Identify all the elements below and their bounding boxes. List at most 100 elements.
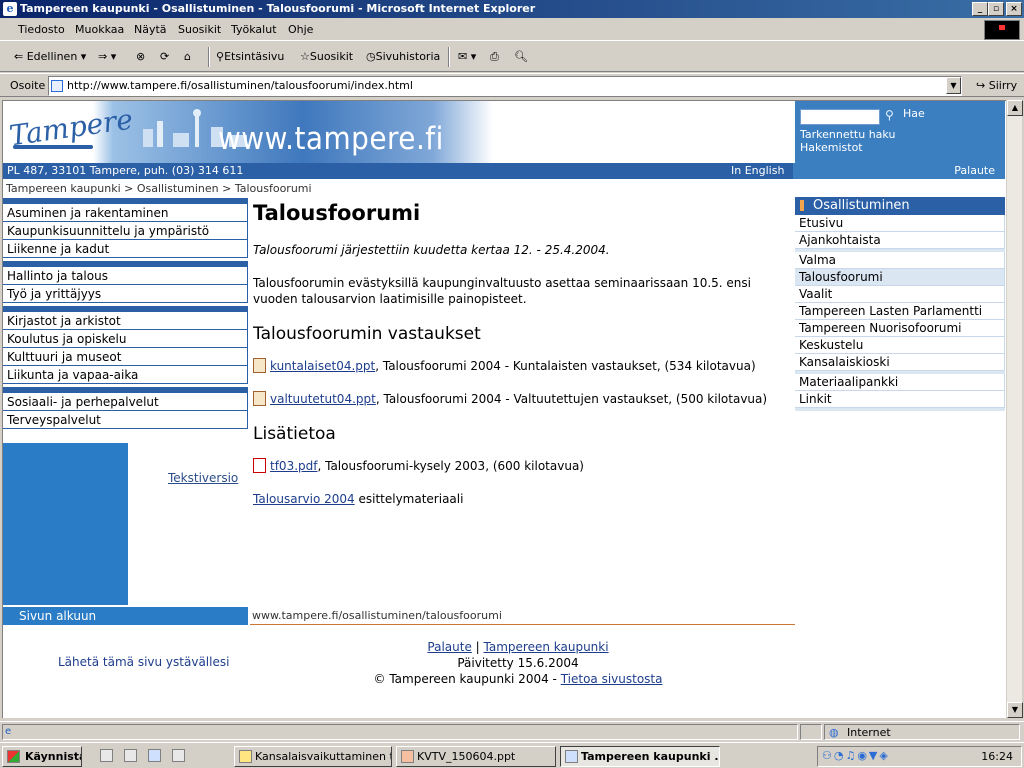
rightnav-item-keskustelu[interactable]: Keskustelu [795, 337, 1005, 354]
mail-button[interactable]: ✉ ▾ [458, 50, 476, 63]
rightnav-item-vaalit[interactable]: Vaalit [795, 286, 1005, 303]
rightnav-item-etusivu[interactable]: Etusivu [795, 215, 1005, 232]
rightnav-item-materiaalipankki[interactable]: Materiaalipankki [795, 374, 1005, 391]
quicklaunch-outlook-icon[interactable] [120, 746, 140, 767]
site-search-input[interactable] [800, 109, 880, 125]
nav-item-traffic[interactable]: Liikenne ja kadut [3, 240, 248, 258]
start-button[interactable]: Käynnistä [2, 746, 82, 767]
search-button[interactable]: Hae [903, 107, 925, 120]
page-path: www.tampere.fi/osallistuminen/talousfoor… [250, 607, 795, 625]
window-title: Tampereen kaupunki - Osallistuminen - Ta… [20, 2, 536, 15]
menu-help[interactable]: Ohje [288, 23, 313, 36]
maximize-button[interactable]: ▫ [988, 2, 1004, 16]
rightnav-item-lasten-parlamentti[interactable]: Tampereen Lasten Parlamentti [795, 303, 1005, 320]
search-icon[interactable]: ⚲ [885, 108, 894, 122]
back-button[interactable]: ⇐ Edellinen ▾ [14, 50, 86, 63]
address-label: Osoite [10, 79, 46, 92]
nav-item-business[interactable]: Työ ja yrittäjyys [3, 285, 248, 303]
menu-file[interactable]: Tiedosto [18, 23, 65, 36]
go-button[interactable]: ↪ Siirry [976, 79, 1017, 92]
rightnav-item-talousfoorumi[interactable]: Talousfoorumi [795, 269, 1005, 286]
quicklaunch-desktop-icon[interactable] [96, 746, 116, 767]
page-title: Talousfoorumi [253, 201, 421, 225]
forward-arrow-icon: ⇒ [98, 50, 108, 63]
system-tray: ⚇◔♫◉▼◈ 16:24 [817, 746, 1022, 767]
address-input[interactable]: http://www.tampere.fi/osallistuminen/tal… [48, 76, 962, 96]
rightnav-item-ajankohtaista[interactable]: Ajankohtaista [795, 232, 1005, 249]
print-button[interactable]: ⎙ [490, 50, 499, 64]
site-banner: Tampere www.tampere.fi [3, 101, 793, 163]
rightnav-item-linkit[interactable]: Linkit [795, 391, 1005, 408]
search-button[interactable]: ⚲Etsintäsivu [216, 50, 284, 63]
nav-item-culture[interactable]: Kulttuuri ja museot [3, 348, 248, 366]
quicklaunch-ie-icon[interactable] [144, 746, 164, 767]
forward-button[interactable]: ⇒ ▾ [98, 50, 116, 63]
history-button[interactable]: ◷Sivuhistoria [366, 50, 440, 63]
stop-button[interactable]: ⊗ [136, 50, 145, 63]
task-button-kvtv[interactable]: KVTV_150604.ppt [396, 746, 556, 767]
home-button[interactable]: ⌂ [184, 50, 191, 63]
close-button[interactable]: × [1006, 2, 1022, 16]
description-text: Talousfoorumin evästyksillä kaupunginval… [253, 276, 751, 306]
nav-item-education[interactable]: Koulutus ja opiskelu [3, 330, 248, 348]
footer-city-link[interactable]: Tampereen kaupunki [484, 640, 609, 654]
ie-icon: e [3, 2, 17, 16]
toolbar-separator [208, 47, 210, 67]
rightnav-group: Valma Talousfoorumi Vaalit Tampereen Las… [795, 252, 1005, 374]
about-site-link[interactable]: Tietoa sivustosta [561, 672, 663, 686]
quicklaunch-app-icon[interactable] [168, 746, 188, 767]
rightnav-item-valma[interactable]: Valma [795, 252, 1005, 269]
nav-item-housing[interactable]: Asuminen ja rakentaminen [3, 204, 248, 222]
scroll-up-icon[interactable]: ▲ [1007, 100, 1023, 116]
nav-group: Asuminen ja rakentaminen Kaupunkisuunnit… [3, 198, 248, 258]
rightnav-item-nuorisofoorumi[interactable]: Tampereen Nuorisofoorumi [795, 320, 1005, 337]
budget-link[interactable]: Talousarvio 2004 [253, 492, 355, 506]
menu-tools[interactable]: Työkalut [231, 23, 277, 36]
nav-item-sports[interactable]: Liikunta ja vapaa-aika [3, 366, 248, 384]
vertical-scrollbar[interactable]: ▲ ▼ [1006, 100, 1023, 718]
page-status-icon: e [5, 726, 12, 737]
in-english-link[interactable]: In English [731, 164, 784, 177]
print-preview-button[interactable]: 🔍︎ [514, 50, 528, 63]
footer-feedback-link[interactable]: Palaute [427, 640, 471, 654]
favorites-button[interactable]: ☆Suosikit [300, 50, 353, 63]
contact-info: PL 487, 33101 Tampere, puh. (03) 314 611 [7, 164, 244, 177]
windows-flag-icon [7, 750, 20, 763]
breadcrumb[interactable]: Tampereen kaupunki > Osallistuminen > Ta… [6, 182, 312, 195]
address-dropdown-button[interactable]: ▼ [946, 77, 961, 94]
directories-link[interactable]: Hakemistot [800, 141, 863, 154]
rightnav-header: Osallistuminen [795, 197, 1005, 215]
left-navigation: Asuminen ja rakentaminen Kaupunkisuunnit… [3, 198, 248, 432]
nav-item-health[interactable]: Terveyspalvelut [3, 411, 248, 429]
task-button-kansalaisvaikuttaminen[interactable]: Kansalaisvaikuttaminen ti... [234, 746, 392, 767]
back-to-top-link[interactable]: Sivun alkuun [3, 607, 248, 625]
text-version-link[interactable]: Tekstiversio [168, 471, 238, 485]
menu-favorites[interactable]: Suosikit [178, 23, 221, 36]
nav-item-city-planning[interactable]: Kaupunkisuunnittelu ja ympäristö [3, 222, 248, 240]
globe-icon: ◍ [829, 726, 839, 739]
scroll-down-icon[interactable]: ▼ [1007, 702, 1023, 718]
file-link-valtuutetut[interactable]: valtuutetut04.ppt [270, 392, 376, 406]
nav-item-libraries[interactable]: Kirjastot ja arkistot [3, 312, 248, 330]
footer-links: Palaute | Tampereen kaupunki [427, 640, 609, 654]
file-item: kuntalaiset04.ppt, Talousfoorumi 2004 - … [253, 358, 783, 374]
mail-icon: ✉ [458, 50, 468, 63]
rightnav-item-kansalaiskioski[interactable]: Kansalaiskioski [795, 354, 1005, 371]
nav-item-social-services[interactable]: Sosiaali- ja perhepalvelut [3, 393, 248, 411]
address-bar: Osoite http://www.tampere.fi/osallistumi… [0, 73, 1024, 97]
menu-edit[interactable]: Muokkaa [75, 23, 124, 36]
file-link-tf03[interactable]: tf03.pdf [270, 459, 317, 473]
send-to-friend-link[interactable]: Lähetä tämä sivu ystävällesi [58, 655, 229, 669]
nav-item-administration[interactable]: Hallinto ja talous [3, 267, 248, 285]
file-link-kuntalaiset[interactable]: kuntalaiset04.ppt [270, 359, 375, 373]
task-button-tampere-active[interactable]: Tampereen kaupunki ... [560, 746, 720, 767]
status-bar: e ◍ Internet [0, 721, 1024, 741]
nav-group: Kirjastot ja arkistot Koulutus ja opiske… [3, 306, 248, 384]
tray-icons[interactable]: ⚇◔♫◉▼◈ [822, 749, 890, 762]
advanced-search-link[interactable]: Tarkennettu haku [800, 128, 895, 141]
minimize-button[interactable]: _ [972, 2, 988, 16]
refresh-button[interactable]: ⟳ [160, 50, 169, 63]
menu-view[interactable]: Näytä [134, 23, 167, 36]
ie-icon [565, 750, 578, 763]
budget-item: Talousarvio 2004 esittelymateriaali [253, 492, 464, 506]
